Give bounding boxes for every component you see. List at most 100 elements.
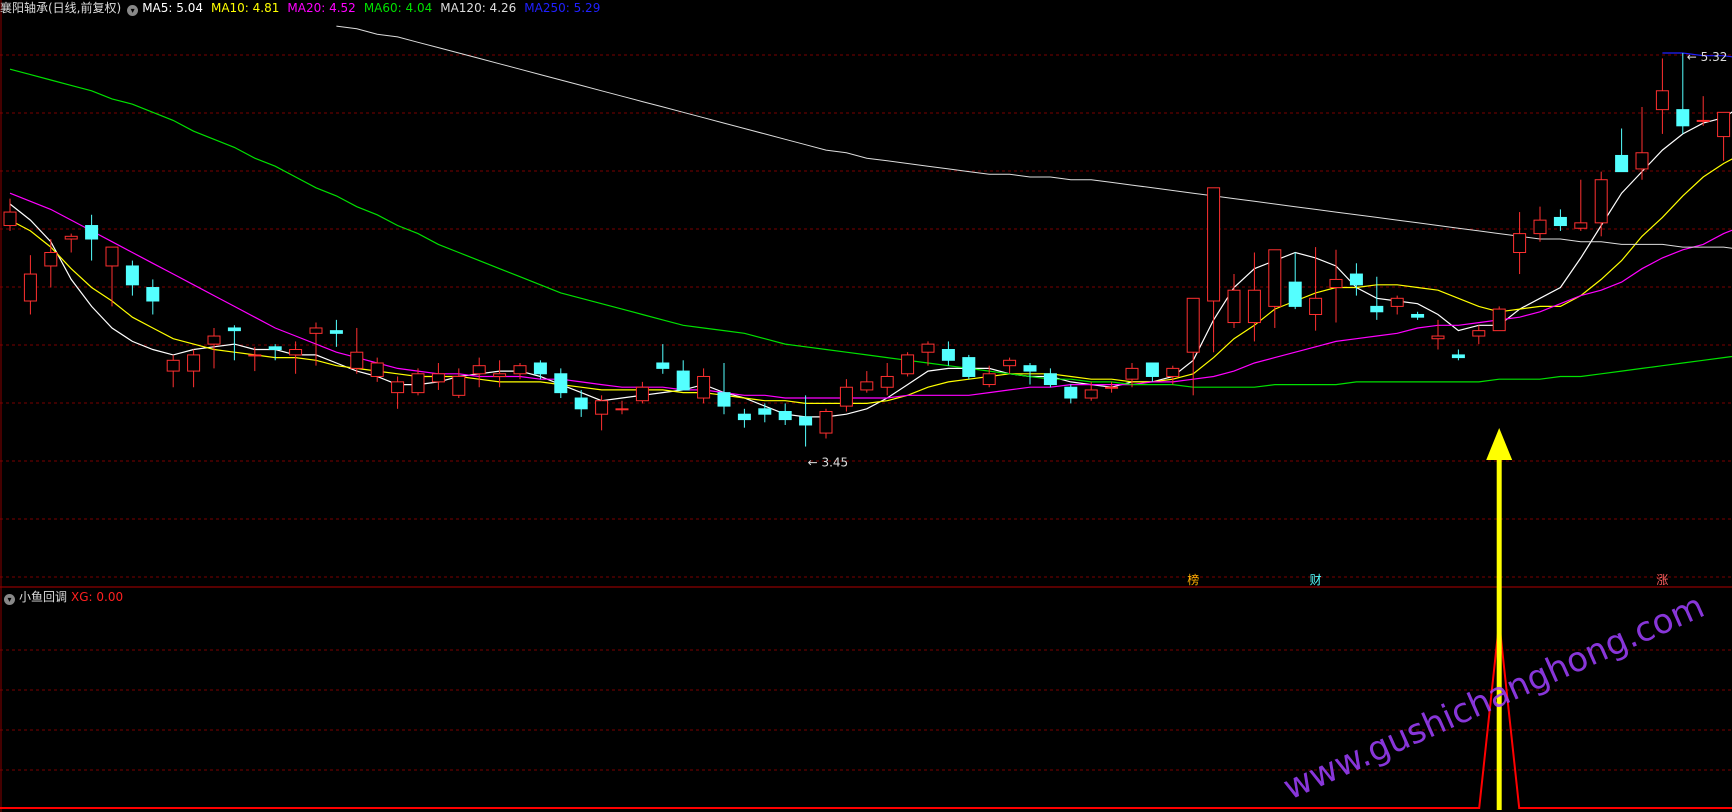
- candle-body: [1717, 111, 1731, 138]
- candle-body: [1329, 278, 1343, 289]
- candle: [1553, 209, 1567, 231]
- candle: [717, 362, 731, 415]
- candle-body: [1696, 119, 1710, 122]
- candle-body: [962, 357, 976, 377]
- signal-arrow-head: [1486, 428, 1513, 460]
- candle-body: [737, 413, 751, 421]
- candle: [1227, 274, 1241, 328]
- candle-body: [676, 370, 690, 391]
- candle-body: [635, 386, 649, 402]
- stock-title: 襄阳轴承(日线,前复权): [0, 1, 122, 15]
- high-price-label: ← 5.32: [1687, 50, 1728, 64]
- ma-line-ma120: [336, 25, 1732, 249]
- candle-body: [391, 381, 405, 394]
- candle-body: [1186, 297, 1200, 353]
- candle-body: [574, 397, 588, 410]
- candle: [595, 395, 609, 431]
- candle: [85, 214, 99, 261]
- candle-body: [921, 343, 935, 353]
- indicator-plot: [0, 428, 1732, 810]
- candle-body: [1003, 359, 1017, 367]
- candle-body: [1411, 313, 1425, 318]
- annotations: ← 5.32 ← 3.45 榜 财 涨: [808, 50, 1728, 587]
- candle: [676, 360, 690, 391]
- candle-body: [1655, 90, 1669, 111]
- candle-body: [778, 411, 792, 421]
- candle: [1043, 368, 1057, 388]
- candle: [737, 408, 751, 428]
- candle-body: [1492, 308, 1506, 332]
- candle-body: [370, 362, 384, 377]
- candle-body: [350, 351, 364, 369]
- candle-body: [411, 373, 425, 394]
- event-mark: 榜: [1187, 572, 1199, 587]
- candle: [880, 362, 894, 396]
- candle: [411, 368, 425, 396]
- legend-ma5: MA5: 5.04: [142, 1, 203, 15]
- candle: [1472, 325, 1486, 345]
- candle-body: [533, 362, 547, 375]
- candle: [1615, 128, 1629, 173]
- legend-ma10: MA10: 4.81: [210, 1, 280, 15]
- candle-body: [44, 251, 58, 267]
- candle: [329, 319, 343, 347]
- ma-line-ma10: [9, 158, 1732, 404]
- candle: [431, 362, 445, 390]
- candle: [819, 408, 833, 439]
- candle-body: [1268, 249, 1282, 307]
- candle: [493, 360, 507, 388]
- candle-body: [656, 362, 670, 369]
- candle: [758, 403, 772, 423]
- candle: [1145, 362, 1159, 382]
- candle: [1390, 295, 1404, 315]
- candle-body: [1105, 386, 1119, 389]
- candle: [248, 346, 262, 372]
- candle-body: [758, 408, 772, 415]
- candle: [1288, 252, 1302, 310]
- candle: [901, 352, 915, 377]
- candle-body: [248, 354, 262, 357]
- kline-chart[interactable]: ← 5.32 ← 3.45 榜 财 涨 www.gushichanghong.com: [0, 0, 1732, 812]
- candle: [1349, 263, 1363, 296]
- candle: [105, 246, 119, 307]
- candle: [1064, 384, 1078, 404]
- candle-body: [615, 408, 629, 411]
- candle-body: [839, 386, 853, 407]
- chevron-down-icon[interactable]: ▾: [127, 5, 139, 16]
- candle: [146, 279, 160, 315]
- ma-lines: [9, 25, 1732, 418]
- candle: [1268, 249, 1282, 328]
- candle-body: [1574, 222, 1588, 229]
- legend-ma60: MA60: 4.04: [363, 1, 433, 15]
- candle-body: [1451, 354, 1465, 359]
- candle-body: [1513, 233, 1527, 253]
- chevron-down-icon[interactable]: ▾: [4, 594, 15, 605]
- candle: [1533, 206, 1547, 242]
- candle-body: [1023, 365, 1037, 372]
- candle-body: [819, 411, 833, 434]
- ma-line-ma60: [9, 68, 1732, 388]
- candle-body: [309, 327, 323, 334]
- candle-body: [1043, 373, 1057, 386]
- candle: [44, 239, 58, 288]
- ma-legend: MA5: 5.04 MA10: 4.81 MA20: 4.52 MA60: 4.04 M…: [142, 1, 608, 15]
- legend-ma20: MA20: 4.52: [287, 1, 356, 15]
- candle: [472, 357, 486, 388]
- low-price-label: ← 3.45: [808, 456, 849, 470]
- candle: [1676, 53, 1690, 134]
- candle: [166, 354, 180, 388]
- candle-body: [125, 265, 139, 286]
- candle-body: [901, 354, 915, 375]
- candle: [554, 368, 568, 399]
- candle: [125, 260, 139, 296]
- candle-body: [1676, 109, 1690, 127]
- candle: [1186, 297, 1200, 396]
- candles: [3, 53, 1731, 447]
- candle-body: [105, 246, 119, 267]
- candle: [635, 381, 649, 404]
- candle-body: [941, 349, 955, 361]
- candle-body: [1227, 289, 1241, 324]
- legend-ma120: MA120: 4.26: [440, 1, 517, 15]
- candle-body: [493, 373, 507, 377]
- candle-body: [1594, 179, 1608, 224]
